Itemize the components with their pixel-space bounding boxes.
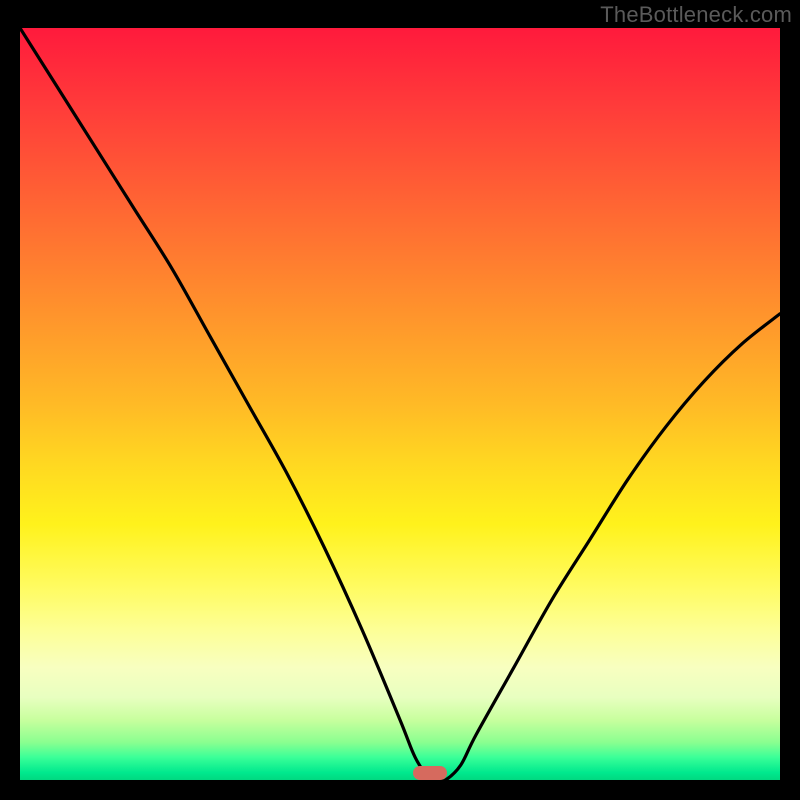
chart-frame: TheBottleneck.com [0,0,800,800]
bottleneck-curve [20,28,780,780]
watermark-text: TheBottleneck.com [600,2,792,28]
plot-area [20,28,780,780]
optimum-marker [413,766,447,780]
